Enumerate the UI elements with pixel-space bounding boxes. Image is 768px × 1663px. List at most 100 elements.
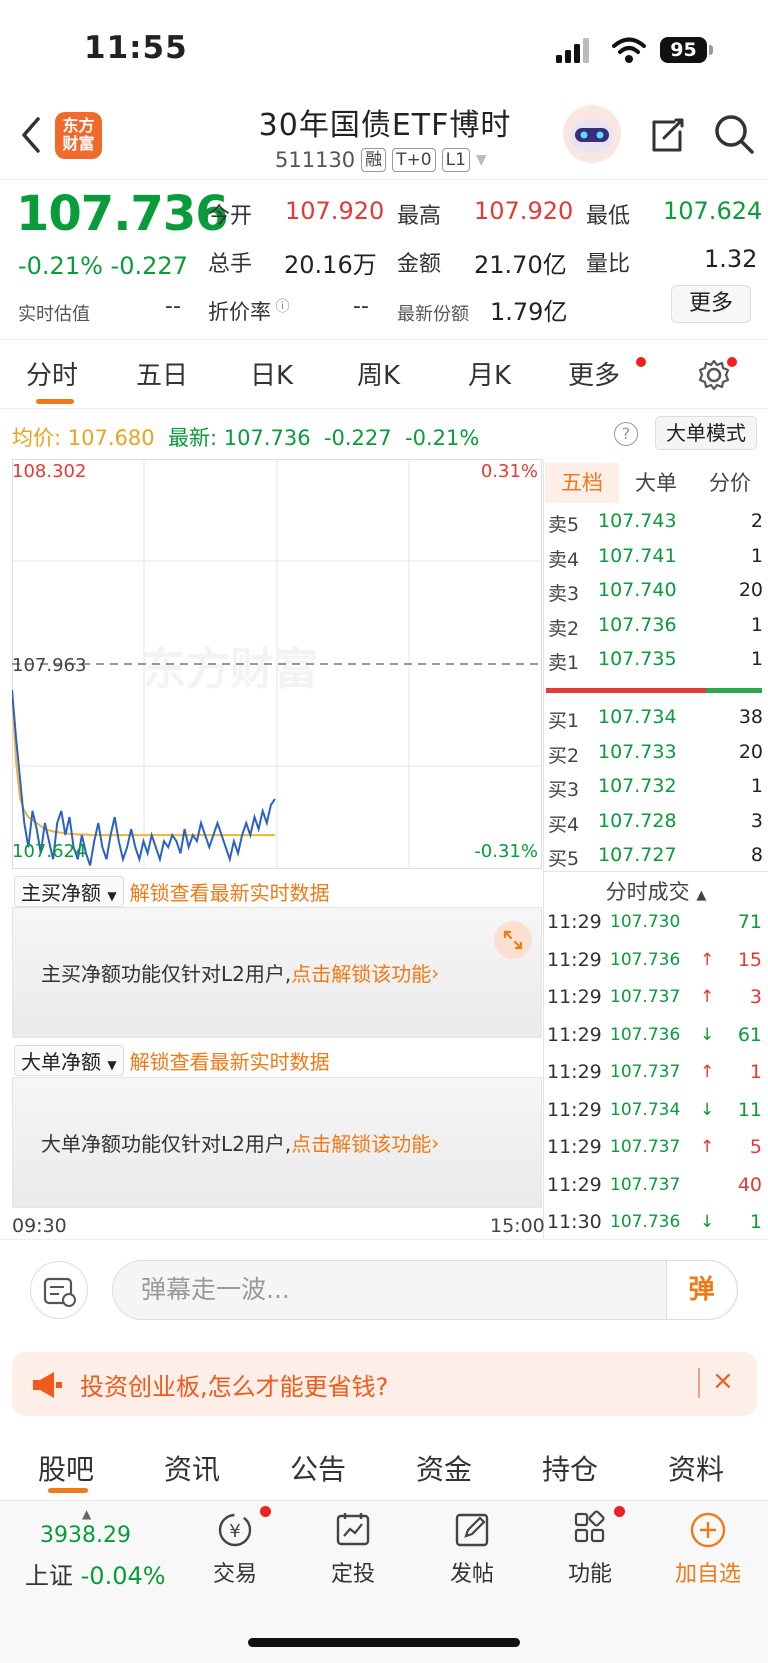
level-volume: 8 <box>750 844 763 866</box>
tab-daily-k[interactable]: 日K <box>250 355 293 392</box>
fixed-invest-button[interactable]: 定投 <box>308 1510 398 1588</box>
bid-row[interactable]: 买4 107.728 3 <box>548 810 763 840</box>
help-icon[interactable]: ? <box>614 422 638 446</box>
level-price: 107.727 <box>598 844 677 866</box>
tab-price-dist[interactable]: 分价 <box>693 463 767 503</box>
ask-row[interactable]: 卖2 107.736 1 <box>548 614 763 644</box>
level-volume: 38 <box>738 706 763 728</box>
level-price: 107.735 <box>598 648 677 670</box>
big-net-unlock-button[interactable]: 点击解锁该功能 <box>291 1128 431 1157</box>
tick-row: 11:29 107.736 ↑ 15 <box>547 944 762 976</box>
tick-time: 11:30 <box>547 1211 602 1233</box>
tab-more[interactable]: 更多 <box>568 355 620 392</box>
tick-time: 11:29 <box>547 1173 602 1196</box>
expand-icon[interactable] <box>493 920 533 960</box>
tick-time: 11:29 <box>547 1136 602 1158</box>
tag-margin: 融 <box>361 148 387 172</box>
header-divider <box>0 179 768 180</box>
orderbook-divider <box>543 459 544 1239</box>
y-mid-label: 107.963 <box>12 655 86 676</box>
calendar-chart-icon <box>336 1513 370 1546</box>
ask-row[interactable]: 卖5 107.743 2 <box>548 510 763 540</box>
robot-avatar-icon[interactable] <box>562 104 622 164</box>
info-icon[interactable]: ⓘ <box>271 299 289 315</box>
main-net-unlock-button[interactable]: 点击解锁该功能 <box>291 958 431 987</box>
tab-news[interactable]: 资讯 <box>164 1448 220 1488</box>
shares-label: 最新份额 <box>397 304 469 325</box>
close-icon[interactable]: × <box>712 1366 734 1396</box>
tick-volume: 1 <box>749 1211 762 1233</box>
intraday-chart[interactable]: 东方财富 108.302 107.963 107.624 0.31% -0.31… <box>12 459 542 869</box>
back-icon[interactable] <box>18 115 44 155</box>
bid-row[interactable]: 买1 107.734 38 <box>548 706 763 736</box>
bid-row[interactable]: 买2 107.733 20 <box>548 741 763 771</box>
collapse-icon[interactable]: ▲ <box>696 888 706 903</box>
tab-profile[interactable]: 资料 <box>668 1448 724 1488</box>
chevron-down-icon[interactable]: ▼ <box>476 152 487 168</box>
big-net-unlock-link[interactable]: 解锁查看最新实时数据 <box>130 1046 330 1075</box>
tab-five-day[interactable]: 五日 <box>136 355 188 392</box>
tab-monthly-k[interactable]: 月K <box>468 355 511 392</box>
big-net-dropdown[interactable]: 大单净额 ▼ <box>14 1045 124 1076</box>
ticks-title[interactable]: 分时成交 ▲ <box>545 876 767 906</box>
tab-big-orders[interactable]: 大单 <box>619 463 693 503</box>
big-order-mode-button[interactable]: 大单模式 <box>655 416 757 450</box>
post-button[interactable]: 发帖 <box>427 1510 517 1588</box>
wifi-icon <box>612 37 646 63</box>
danmaku-input[interactable]: 弹幕走一波... <box>112 1260 738 1320</box>
level-price: 107.728 <box>598 809 677 832</box>
bid-row[interactable]: 买3 107.732 1 <box>548 775 763 805</box>
tick-time: 11:29 <box>547 1023 602 1046</box>
tick-arrow: ↑ <box>700 987 715 1007</box>
main-net-dropdown[interactable]: 主买净额 ▼ <box>14 876 124 907</box>
more-quote-button[interactable]: 更多 <box>671 285 751 323</box>
tab-announcements[interactable]: 公告 <box>290 1448 346 1488</box>
notification-dot <box>636 357 646 367</box>
main-net-unlock-link[interactable]: 解锁查看最新实时数据 <box>130 877 330 906</box>
index-name-change[interactable]: 上证 -0.04% <box>25 1556 166 1591</box>
tab-intraday[interactable]: 分时 <box>26 355 78 392</box>
tab-holdings[interactable]: 持仓 <box>542 1448 598 1488</box>
tab-weekly-k[interactable]: 周K <box>357 355 400 392</box>
search-icon[interactable] <box>712 112 756 156</box>
share-icon[interactable] <box>646 114 688 156</box>
level-price: 107.733 <box>598 740 677 763</box>
tick-price: 107.737 <box>610 987 681 1007</box>
level-volume: 2 <box>750 510 763 532</box>
tab-capital[interactable]: 资金 <box>416 1448 472 1488</box>
order-book-tabs: 五档 大单 分价 <box>545 463 767 503</box>
high-label: 最高 <box>397 204 442 229</box>
tick-row: 11:29 107.737 ↑ 3 <box>547 981 762 1013</box>
level-label: 买2 <box>548 744 580 767</box>
functions-button[interactable]: 功能 <box>545 1510 635 1588</box>
level-label: 卖1 <box>548 652 580 674</box>
trade-button[interactable]: ¥ 交易 <box>190 1510 280 1588</box>
ask-row[interactable]: 卖4 107.741 1 <box>548 545 763 575</box>
index-value[interactable]: 3938.29 <box>40 1523 131 1548</box>
volume-value: 20.16万 <box>284 251 377 279</box>
discount-label: 折价率 ⓘ <box>208 299 290 324</box>
promo-text[interactable]: 投资创业板,怎么才能更省钱? <box>80 1367 388 1402</box>
amount-value: 21.70亿 <box>474 251 567 279</box>
add-watchlist-button[interactable]: 加自选 <box>663 1510 753 1588</box>
tick-time: 11:29 <box>547 986 602 1008</box>
estimate-value: -- <box>165 294 181 319</box>
danmaku-settings-button[interactable] <box>30 1261 88 1319</box>
tick-time: 11:29 <box>547 1098 602 1121</box>
home-indicator <box>248 1638 520 1647</box>
stock-subtitle: 511130 融 T+0 L1 ▼ <box>275 148 487 172</box>
ask-row[interactable]: 卖3 107.740 20 <box>548 579 763 609</box>
main-net-header: 主买净额 ▼ 解锁查看最新实时数据 <box>14 876 330 907</box>
svg-text:¥: ¥ <box>229 1521 240 1542</box>
bid-row[interactable]: 买5 107.727 8 <box>548 844 763 874</box>
gear-icon[interactable] <box>697 358 731 392</box>
tag-level: L1 <box>441 148 470 172</box>
stock-code: 511130 <box>275 148 356 172</box>
ask-row[interactable]: 卖1 107.735 1 <box>548 648 763 678</box>
tab-five-levels[interactable]: 五档 <box>545 463 619 503</box>
tab-forum[interactable]: 股吧 <box>38 1448 94 1488</box>
danmaku-send-button[interactable]: 弹 <box>666 1261 736 1319</box>
signal-icon <box>556 38 589 63</box>
tick-row: 11:30 107.736 ↓ 1 <box>547 1206 762 1238</box>
ticks-divider <box>543 871 768 872</box>
